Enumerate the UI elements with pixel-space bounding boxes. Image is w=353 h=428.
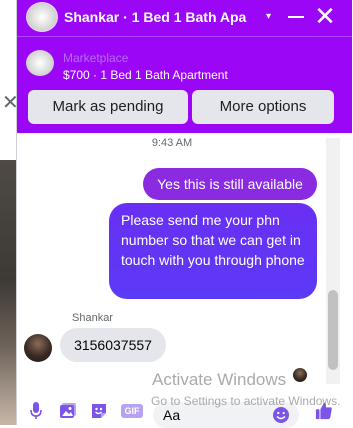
chevron-down-icon[interactable]: ▾ [266,7,271,27]
sticker-icon[interactable] [90,402,108,420]
scrollbar-thumb[interactable] [328,290,338,370]
close-icon[interactable]: ✕ [314,3,336,29]
gif-icon[interactable]: GIF [121,404,143,418]
listing-thumbnail[interactable] [26,50,54,76]
background-photo [0,160,16,425]
seen-indicator-avatar [293,368,307,382]
more-options-button[interactable]: More options [192,90,334,124]
photo-icon[interactable] [59,402,77,420]
chat-header: Shankar · 1 Bed 1 Bath Apa ▾ ✕ Marketpla… [17,0,352,133]
listing-detail[interactable]: $700 · 1 Bed 1 Bath Apartment [63,67,228,83]
header-divider [17,36,352,37]
thumbs-up-icon[interactable] [314,402,334,420]
scrollbar[interactable] [326,138,340,384]
mark-as-pending-button[interactable]: Mark as pending [28,90,188,124]
listing-source: Marketplace [63,51,129,65]
sender-name: Shankar [72,312,113,324]
chat-title[interactable]: Shankar · 1 Bed 1 Bath Apa [64,7,264,27]
listing-avatar[interactable] [26,2,58,32]
microphone-icon[interactable] [30,402,42,420]
avatar[interactable] [24,334,52,362]
outgoing-message[interactable]: Yes this is still available [143,168,317,200]
incoming-message[interactable]: 3156037557 [60,328,166,362]
message-timestamp: 9:43 AM [151,137,193,149]
minimize-icon[interactable] [288,16,304,18]
chat-window: Shankar · 1 Bed 1 Bath Apa ▾ ✕ Marketpla… [16,0,352,428]
outgoing-message[interactable]: Please send me your phn number so that w… [109,203,317,299]
emoji-icon[interactable] [272,406,290,424]
